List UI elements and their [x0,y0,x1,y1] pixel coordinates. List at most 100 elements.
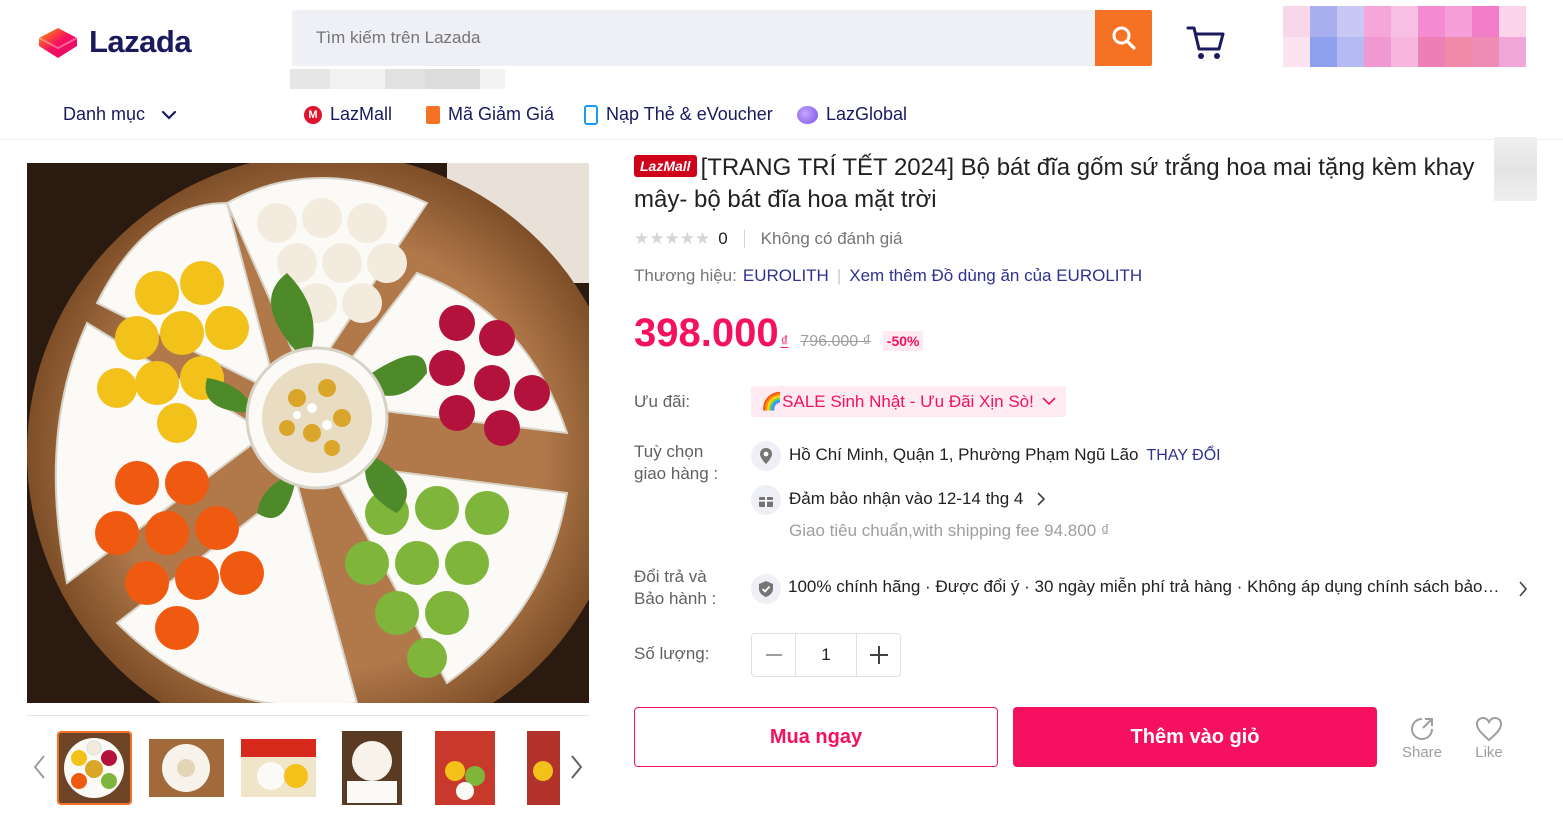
cart-button[interactable] [1186,24,1226,67]
thumb-prev-arrow-icon[interactable] [30,752,50,782]
delivery-guarantee[interactable]: Đảm bảo nhận vào 12-14 thg 4 [789,489,1046,509]
promo-label: Ưu đãi: [634,392,691,411]
delivery-label: Tuỳ chọn giao hàng : [634,441,718,485]
delivery-label-line2: giao hàng : [634,464,719,483]
lazada-heart-icon [38,28,78,58]
thumbnail-image [241,739,316,797]
thumbnail-image [435,731,495,805]
thumbnail-image [59,733,130,803]
promo-dropdown[interactable]: 🌈SALE Sinh Nhật - Ưu Đãi Xịn Sò! [751,386,1066,417]
cart-icon [1186,26,1225,59]
chevron-right-icon [1037,492,1046,506]
search-input[interactable] [292,10,1095,66]
warranty-text: 100% chính hãng · Được đổi ý · 30 ngày m… [788,577,1500,596]
price-row: 398.000 ₫ 796.000 ₫ -50% [634,311,924,356]
thumbnail-1[interactable] [57,731,132,805]
buy-now-button[interactable]: Mua ngay [634,707,998,767]
thumbnail-2[interactable] [149,731,224,805]
logo-text: Lazada [89,24,192,59]
delivery-label-line1: Tuỳ chọn [634,442,704,461]
lazmall-icon: M [304,105,322,124]
divider: | [836,266,842,285]
discount-badge: -50% [882,331,924,351]
currency-symbol: ₫ [780,333,789,350]
product-title: [TRANG TRÍ TẾT 2024] Bộ bát đĩa gốm sứ t… [634,154,1475,213]
chevron-right-icon[interactable] [1518,581,1528,597]
search-suggestions-blurred [290,69,505,89]
lazglobal-icon [797,105,818,124]
product-photo [27,163,589,703]
promo-text: 🌈SALE Sinh Nhật - Ưu Đãi Xịn Sò! [761,391,1034,411]
thumb-next-arrow-icon[interactable] [566,752,586,782]
rating-row: ★★★★★ 0 Không có đánh giá [634,229,902,249]
share-button[interactable]: Share [1398,716,1446,761]
thumbnail-image [527,731,560,805]
nav-link-label: LazGlobal [826,104,908,124]
brand-label: Thương hiệu: [634,266,737,285]
current-price: 398.000 [634,311,779,355]
decrement-button[interactable] [752,634,795,676]
heart-icon [1475,716,1503,742]
nav-link-label: LazMall [330,104,393,124]
guarantee-text: Đảm bảo nhận vào 12-14 thg 4 [789,489,1024,508]
nav-link-lazglobal[interactable]: LazGlobal [797,104,907,125]
header: Lazada Danh mục M LazMall [0,0,1563,140]
like-label: Like [1475,744,1503,761]
shield-check-icon [751,574,781,604]
plus-icon [869,646,888,664]
minus-icon [765,654,782,656]
add-to-cart-button[interactable]: Thêm vào giỏ [1013,707,1377,767]
warranty-label-line1: Đổi trả và [634,567,707,586]
share-label: Share [1401,744,1443,761]
search-icon [1112,26,1136,50]
brand-row: Thương hiệu: EUROLITH | Xem thêm Đồ dùng… [634,266,1142,286]
category-menu[interactable]: Danh mục [63,104,177,125]
quantity-label: Số lượng: [634,644,710,663]
divider [743,230,745,248]
location-text: Hồ Chí Minh, Quận 1, Phường Phạm Ngũ Lão [789,445,1139,464]
product-main-image[interactable] [27,163,589,703]
product-title-block: LazMall [TRANG TRÍ TẾT 2024] Bộ bát đĩa g… [634,152,1494,216]
lazmall-badge: LazMall [634,155,697,177]
rating-count: 0 [718,229,728,248]
thumbnail-image [149,739,224,797]
brand-link[interactable]: EUROLITH [743,266,829,286]
chevron-down-icon [1042,397,1056,406]
quantity-input[interactable]: 1 [795,634,857,676]
thumbnail-5[interactable] [435,731,510,805]
original-price: 796.000 ₫ [800,333,871,350]
rating-stars-icon: ★★★★★ [634,229,711,248]
side-panel-blurred [1494,137,1537,201]
phone-topup-icon [584,104,598,125]
nav-link-voucher[interactable]: Mã Giảm Giá [426,104,554,125]
category-label: Danh mục [63,104,146,124]
warranty-label: Đổi trả và Bảo hành : [634,566,716,610]
rating-text: Không có đánh giá [760,229,903,248]
lazada-logo[interactable]: Lazada [37,24,192,60]
quantity-stepper: 1 [751,633,901,677]
brand-more-link[interactable]: Xem thêm Đồ dùng ăn của EUROLITH [849,266,1142,286]
chevron-down-icon [161,110,177,120]
search-bar [292,10,1152,66]
thumbnail-4[interactable] [342,731,417,805]
thumbnail-6[interactable] [527,731,560,805]
shipping-fee: Giao tiêu chuẩn,with shipping fee 94.800… [789,521,1110,540]
nav-link-label: Nạp Thẻ & eVoucher [606,104,773,124]
account-area-blurred[interactable] [1283,6,1526,67]
nav-link-topup[interactable]: Nạp Thẻ & eVoucher [584,104,773,125]
gift-box-icon [751,485,781,515]
location-pin-icon [751,441,781,471]
nav-bar: Danh mục M LazMall Mã Giảm Giá Nạp Thẻ &… [0,100,1563,130]
thumbnail-3[interactable] [241,731,316,805]
like-button[interactable]: Like [1465,716,1513,761]
voucher-icon [426,105,440,124]
gallery-divider [27,715,589,716]
increment-button[interactable] [857,634,900,676]
nav-link-lazmall[interactable]: M LazMall [304,104,392,125]
thumbnail-image [342,731,402,805]
nav-link-label: Mã Giảm Giá [448,104,555,124]
search-button[interactable] [1095,10,1152,66]
change-location-link[interactable]: THAY ĐỔI [1147,447,1221,464]
delivery-location: Hồ Chí Minh, Quận 1, Phường Phạm Ngũ Lão… [789,445,1221,465]
share-icon [1411,718,1433,740]
